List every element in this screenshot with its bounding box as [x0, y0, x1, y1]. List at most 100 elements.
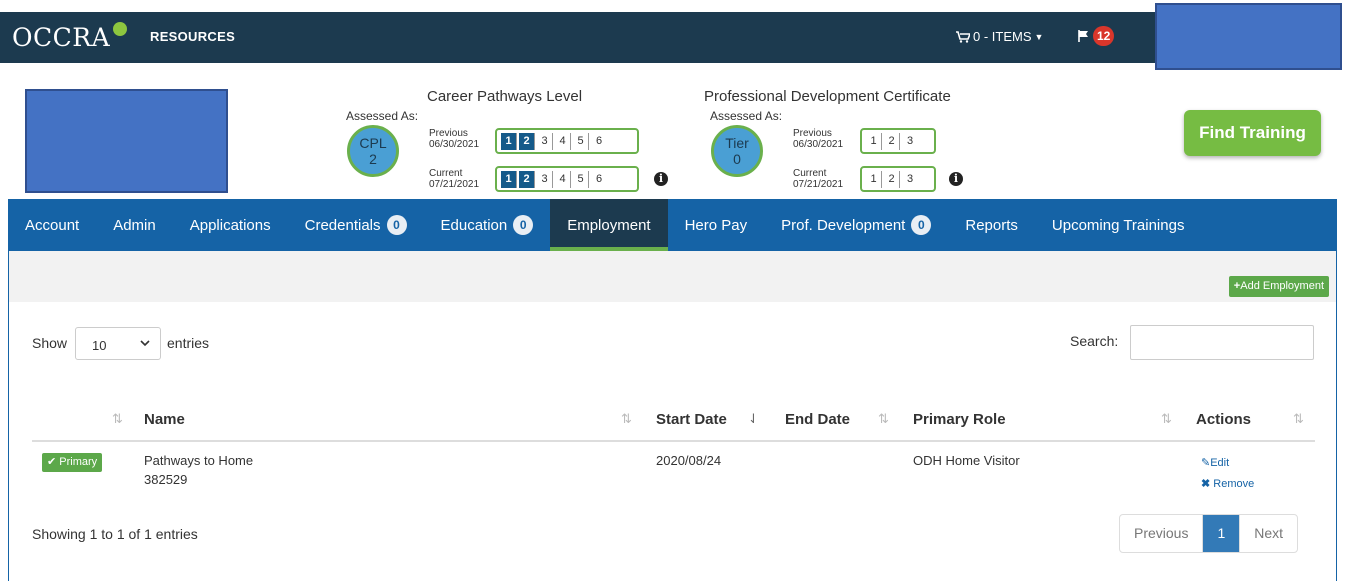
pdc-badge: Tier 0 [711, 125, 763, 177]
tab-account[interactable]: Account [8, 199, 96, 251]
sort-icon[interactable]: ⇅ [878, 411, 889, 427]
notifications-button[interactable]: 12 [1077, 26, 1115, 46]
cpl-current-level-cell: 6 [595, 172, 603, 185]
tab-employment[interactable]: Employment [550, 199, 668, 251]
cpl-previous-text: Previous [429, 128, 468, 139]
tab-hero-pay[interactable]: Hero Pay [668, 199, 765, 251]
tab-label: Prof. Development [781, 216, 906, 234]
cpl-current-level-cell: 4 [555, 170, 571, 188]
pagination-page[interactable]: 1 [1203, 515, 1241, 552]
cpl-previous-levels: 123456 [495, 128, 639, 154]
cpl-previous-level-cell: 4 [555, 132, 571, 150]
primary-role-cell: ODH Home Visitor [913, 453, 1020, 468]
cpl-badge-label: CPL [359, 135, 387, 151]
close-icon: ✖ [1201, 478, 1211, 490]
find-training-button[interactable]: Find Training [1184, 110, 1321, 156]
start-date-cell: 2020/08/24 [656, 453, 722, 468]
pdc-title: Professional Development Certificate [704, 88, 951, 105]
tab-reports[interactable]: Reports [948, 199, 1035, 251]
pdc-badge-value: 0 [733, 151, 741, 167]
cart-dropdown[interactable]: 0 - ITEMS ▼ [956, 29, 1043, 44]
pdc-previous-level-cell: 1 [866, 132, 882, 150]
nav-resources-link[interactable]: RESOURCES [150, 29, 235, 44]
redacted-profile-area [25, 89, 228, 193]
tab-count-badge: 0 [386, 215, 407, 235]
header-start-date[interactable]: Start Date [656, 411, 727, 428]
pdc-badge-label: Tier [725, 135, 749, 151]
tab-prof-development[interactable]: Prof. Development 0 [764, 199, 948, 251]
tab-applications[interactable]: Applications [173, 199, 288, 251]
tab-label: Admin [113, 216, 156, 234]
pdc-previous-text: Previous [793, 128, 832, 139]
cpl-current-level-cell: 3 [537, 170, 553, 188]
navbar: OCCRA RESOURCES 0 - ITEMS ▼ 12 [0, 12, 1340, 63]
pdc-info-icon[interactable]: i [949, 172, 963, 186]
employment-panel: +Add Employment Show 10 entries Search: … [8, 251, 1337, 581]
profile-tabs: Account Admin Applications Credentials 0 Educ… [8, 199, 1337, 251]
tab-label: Credentials [304, 216, 381, 234]
occra-logo[interactable]: OCCRA [12, 22, 128, 52]
sort-icon[interactable]: ⇅ [1161, 411, 1172, 427]
add-employment-label: Add Employment [1240, 280, 1324, 292]
add-employment-button[interactable]: +Add Employment [1228, 276, 1329, 297]
page-size-value: 10 [92, 338, 107, 353]
sort-desc-icon[interactable]: ⇃ [748, 411, 759, 427]
cpl-previous-level-cell: 6 [595, 134, 603, 147]
show-label: Show [32, 335, 68, 351]
pdc-previous-label: Previous 06/30/2021 [793, 128, 843, 150]
cpl-previous-level-cell: 5 [573, 132, 589, 150]
tab-label: Account [25, 216, 80, 234]
cpl-previous-level-cell: 2 [519, 132, 535, 150]
cpl-previous-label: Previous 06/30/2021 [429, 128, 479, 150]
cart-label: 0 - ITEMS [973, 29, 1032, 44]
header-end-date[interactable]: End Date [785, 411, 850, 428]
remove-link[interactable]: ✖ Remove [1201, 477, 1254, 490]
pdc-current-date: 07/21/2021 [793, 179, 844, 190]
cpl-previous-date: 06/30/2021 [429, 139, 480, 150]
tab-label: Applications [189, 216, 271, 234]
sort-icon[interactable]: ⇅ [1293, 411, 1304, 427]
pdc-previous-level-cell: 2 [884, 132, 900, 150]
table-info: Showing 1 to 1 of 1 entries [32, 526, 198, 542]
tab-label: Hero Pay [684, 216, 748, 234]
pdc-assessed-label: Assessed As: [710, 109, 783, 123]
pdc-current-text: Current [793, 168, 827, 179]
pagination-next[interactable]: Next [1240, 515, 1297, 552]
header-actions[interactable]: Actions [1196, 411, 1251, 428]
pdc-current-level-cell: 2 [884, 170, 900, 188]
header-name[interactable]: Name [144, 411, 185, 428]
top-area: OCCRA RESOURCES 0 - ITEMS ▼ 12 [0, 0, 1346, 70]
pdc-previous-date: 06/30/2021 [793, 139, 844, 150]
pencil-icon: ✎ [1201, 457, 1211, 469]
cpl-info-icon[interactable]: i [654, 172, 668, 186]
cpl-current-level-cell: 2 [519, 170, 535, 188]
cpl-current-levels: 123456 [495, 166, 639, 192]
cpl-previous-level-cell: 3 [537, 132, 553, 150]
tab-label: Employment [567, 216, 651, 234]
flag-icon [1078, 30, 1088, 42]
tab-label: Reports [965, 216, 1018, 234]
cpl-current-text: Current [429, 168, 463, 179]
pdc-previous-levels: 123 [860, 128, 936, 154]
pagination-previous[interactable]: Previous [1120, 515, 1204, 552]
panel-toolbar: +Add Employment [9, 251, 1336, 302]
primary-badge-label: Primary [59, 456, 98, 468]
cpl-badge-value: 2 [369, 151, 377, 167]
employer-id: 382529 [144, 472, 188, 487]
edit-link[interactable]: ✎Edit [1201, 456, 1229, 469]
tab-education[interactable]: Education 0 [424, 199, 551, 251]
header-primary-role[interactable]: Primary Role [913, 411, 1006, 428]
page-size-select[interactable]: 10 [75, 327, 161, 360]
tab-upcoming-trainings[interactable]: Upcoming Trainings [1035, 199, 1202, 251]
tab-admin[interactable]: Admin [96, 199, 173, 251]
search-input[interactable] [1130, 325, 1314, 360]
cpl-assessed-label: Assessed As: [346, 109, 419, 123]
edit-label: Edit [1210, 457, 1230, 469]
sort-icon[interactable]: ⇅ [621, 411, 632, 427]
tab-credentials[interactable]: Credentials 0 [288, 199, 424, 251]
search-label: Search: [1070, 333, 1119, 349]
primary-badge: ✔ Primary [42, 453, 103, 472]
cart-icon [956, 30, 970, 43]
sort-icon[interactable]: ⇅ [112, 411, 123, 427]
notification-count-badge: 12 [1093, 26, 1115, 46]
